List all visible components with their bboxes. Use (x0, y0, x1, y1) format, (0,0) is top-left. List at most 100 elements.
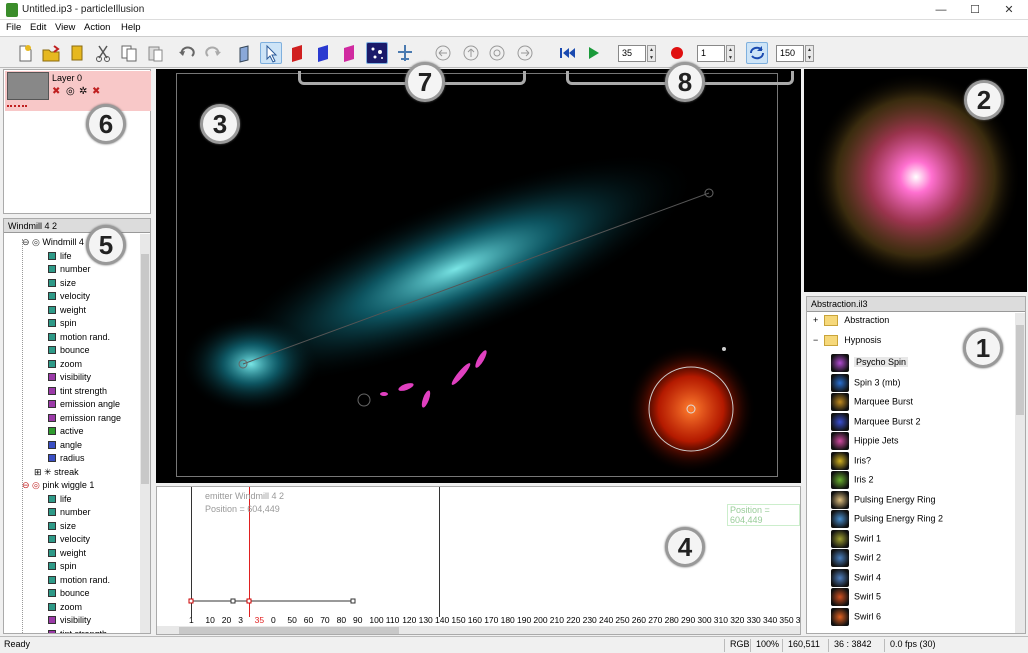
move-left-icon[interactable] (432, 42, 454, 64)
tree-property[interactable]: tint strength (48, 629, 107, 633)
tree-emitter[interactable]: ⊖ ◎ pink wiggle 1 (22, 480, 94, 494)
force-icon[interactable] (338, 42, 360, 64)
move-right-icon[interactable] (514, 42, 536, 64)
tree-property[interactable]: emission range (48, 413, 121, 427)
particle-icon[interactable] (366, 42, 388, 64)
frame-stepper[interactable]: ▲ ▼ (647, 45, 656, 62)
tree-emitter[interactable]: ⊖ ◎ Windmill 4 2 (22, 237, 91, 251)
rotate-icon[interactable] (486, 42, 508, 64)
tree-property[interactable]: angle (48, 440, 82, 454)
library-emitter-item[interactable]: Swirl 6 (831, 607, 1025, 628)
tree-property[interactable]: life (48, 494, 72, 508)
paste-icon[interactable] (144, 42, 166, 64)
folder-expander-icon[interactable]: − (813, 335, 818, 345)
tree-property[interactable]: velocity (48, 534, 90, 548)
layer-row[interactable]: Layer 0 ✖ ◎ ✲ ✖ (5, 71, 151, 111)
tree-property[interactable]: number (48, 264, 91, 278)
tree-property[interactable]: zoom (48, 359, 82, 373)
tree-property[interactable]: bounce (48, 345, 90, 359)
menu-action[interactable]: Action (84, 22, 110, 33)
maximize-button[interactable]: ☐ (958, 0, 992, 20)
tree-property[interactable]: visibility (48, 372, 91, 386)
copy-icon[interactable] (118, 42, 140, 64)
move-up-icon[interactable] (460, 42, 482, 64)
tree-property[interactable]: radius (48, 453, 85, 467)
emitter-thumbnail-icon (831, 588, 849, 606)
end-frame-stepper[interactable]: ▲ ▼ (805, 45, 814, 62)
open-icon[interactable] (40, 42, 62, 64)
tree-property[interactable]: spin (48, 318, 77, 332)
layer-visibility-icon[interactable]: ✖ (52, 86, 60, 97)
play-icon[interactable] (582, 42, 604, 64)
emitter-thumbnail-icon (831, 510, 849, 528)
tree-property[interactable]: visibility (48, 615, 91, 629)
library-emitter-item[interactable]: Pulsing Energy Ring 2 (831, 510, 1025, 530)
tree-property[interactable]: weight (48, 305, 86, 319)
tree-property[interactable]: zoom (48, 602, 82, 616)
menu-view[interactable]: View (55, 22, 75, 33)
tree-property[interactable]: velocity (48, 291, 90, 305)
layer-gear-icon[interactable]: ✲ (79, 86, 87, 97)
callout-7: 7 (405, 62, 445, 102)
library-emitter-item[interactable]: Swirl 5 (831, 588, 1025, 608)
folder-expander-icon[interactable]: + (813, 315, 818, 325)
loop-start-stepper[interactable]: ▲ ▼ (726, 45, 735, 62)
menu-edit[interactable]: Edit (30, 22, 46, 33)
property-curve-icon (48, 629, 56, 633)
stage-viewport[interactable] (156, 69, 801, 483)
emitter-name: Iris 2 (854, 474, 874, 485)
tree-property[interactable]: emission angle (48, 399, 120, 413)
new-icon[interactable] (14, 42, 36, 64)
tree-property[interactable]: size (48, 278, 76, 292)
library-emitter-item[interactable]: Swirl 4 (831, 568, 1025, 589)
library-emitter-item[interactable]: Swirl 2 (831, 549, 1025, 569)
layer-lock-icon[interactable]: ✖ (92, 86, 100, 97)
tree-property[interactable]: number (48, 507, 91, 521)
tree-property[interactable]: active (48, 426, 84, 440)
emitter-thumbnail-icon (831, 412, 849, 431)
library-emitter-item[interactable]: Swirl 1 (831, 529, 1025, 550)
library-emitter-item[interactable]: Marquee Burst 2 (831, 412, 1025, 433)
library-scrollbar[interactable] (1015, 313, 1025, 633)
tree-scrollbar[interactable] (140, 234, 150, 633)
tree-property[interactable]: spin (48, 561, 77, 575)
menu-help[interactable]: Help (121, 22, 141, 33)
frame-input[interactable]: 35 (618, 45, 646, 62)
stage-canvas[interactable] (156, 69, 801, 483)
loop-start-input[interactable]: 1 (697, 45, 725, 62)
close-button[interactable]: ✕ (992, 0, 1026, 20)
layer-target-icon[interactable]: ◎ (66, 86, 75, 97)
save-icon[interactable] (66, 42, 88, 64)
undo-icon[interactable] (176, 42, 198, 64)
rewind-icon[interactable] (556, 42, 578, 64)
minimize-button[interactable]: — (924, 0, 958, 20)
library-emitter-item[interactable]: Iris 2 (831, 471, 1025, 491)
deflector-icon[interactable] (286, 42, 308, 64)
tree-property[interactable]: motion rand. (48, 575, 110, 589)
cut-icon[interactable] (92, 42, 114, 64)
menu-file[interactable]: File (6, 22, 21, 33)
tree-property[interactable]: motion rand. (48, 332, 110, 346)
tree-property[interactable]: weight (48, 548, 86, 562)
layer-icon[interactable] (234, 42, 256, 64)
plane-icon[interactable] (394, 42, 416, 64)
library-emitter-item[interactable]: Spin 3 (mb) (831, 373, 1025, 394)
blocker-icon[interactable] (312, 42, 334, 64)
timeline-scrollbar[interactable] (157, 626, 800, 634)
loop-icon[interactable] (746, 42, 768, 64)
record-icon[interactable] (666, 42, 688, 64)
library-emitter-item[interactable]: Hippie Jets (831, 432, 1025, 452)
tree-subemitter[interactable]: ⊞ ✳ streak (34, 467, 79, 481)
select-arrow-icon[interactable] (260, 42, 282, 64)
redo-icon[interactable] (202, 42, 224, 64)
tree-property[interactable]: size (48, 521, 76, 535)
pink-emitter-handle[interactable] (357, 393, 371, 407)
library-emitter-item[interactable]: Marquee Burst (831, 393, 1025, 413)
tree-property[interactable]: bounce (48, 588, 90, 602)
timeline-graph[interactable]: emitter Windmill 4 2 Position = 604,449 … (156, 486, 801, 635)
library-emitter-item[interactable]: Iris? (831, 451, 1025, 472)
library-emitter-item[interactable]: Pulsing Energy Ring (831, 490, 1025, 511)
tree-property[interactable]: tint strength (48, 386, 107, 400)
end-frame-input[interactable]: 150 (776, 45, 804, 62)
tree-property[interactable]: life (48, 251, 72, 265)
